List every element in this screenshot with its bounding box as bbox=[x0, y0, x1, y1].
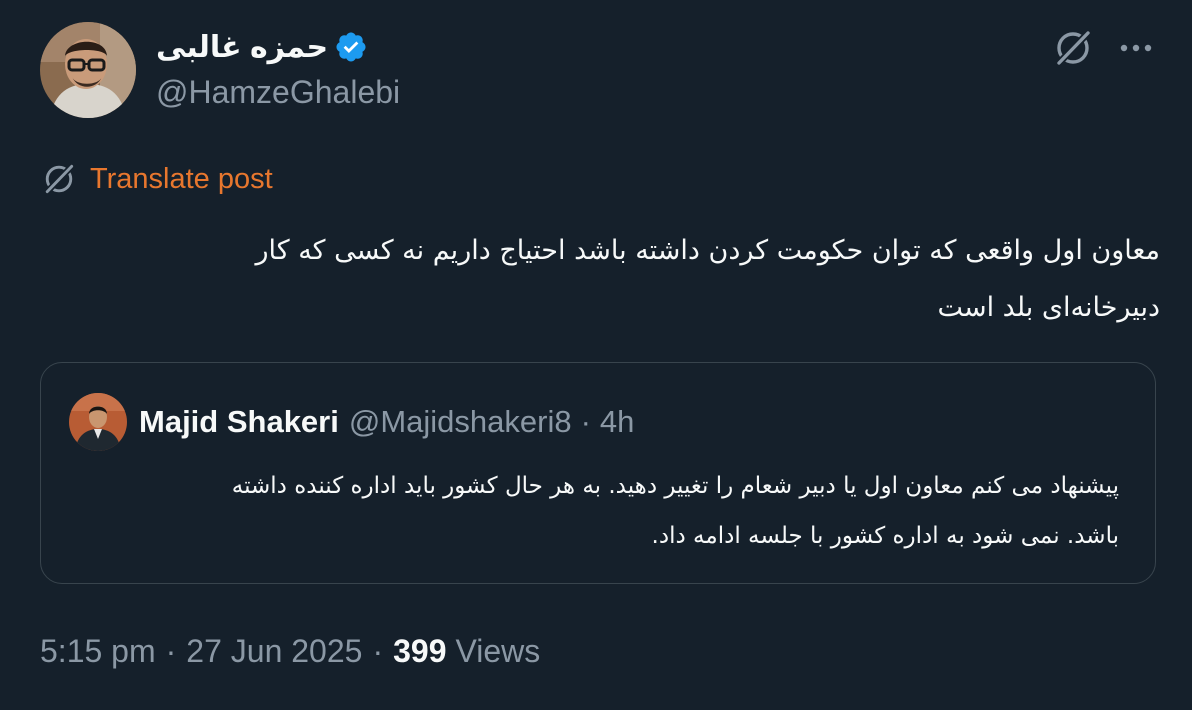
quoted-text-line: پیشنهاد می کنم معاون اول یا دبیر شعام را… bbox=[231, 473, 1119, 499]
author-name-row[interactable]: حمزه غالبی bbox=[156, 27, 368, 67]
post-date[interactable]: 27 Jun 2025 bbox=[186, 633, 362, 670]
grok-icon[interactable] bbox=[1052, 27, 1094, 69]
post-text-line: معاون اول واقعی که توان حکومت کردن داشته… bbox=[255, 235, 1161, 266]
quoted-post-card[interactable]: Majid Shakeri @Majidshakeri8 · 4h پیشنها… bbox=[40, 362, 1156, 584]
verified-badge-icon bbox=[336, 32, 366, 62]
post: حمزه غالبی @HamzeGhalebi Translate post … bbox=[0, 0, 1192, 710]
post-text-line: دبیرخانه‌ای بلد است bbox=[937, 292, 1160, 323]
quoted-author-name[interactable]: Majid Shakeri bbox=[139, 404, 339, 440]
quoted-author-avatar[interactable] bbox=[69, 393, 127, 451]
quoted-post-text: پیشنهاد می کنم معاون اول یا دبیر شعام را… bbox=[79, 461, 1119, 561]
more-icon[interactable] bbox=[1118, 40, 1154, 56]
meta-separator: · bbox=[372, 632, 384, 669]
author-avatar-image bbox=[40, 22, 136, 118]
post-meta-row: 5:15 pm · 27 Jun 2025 · 399 Views bbox=[40, 626, 540, 676]
views-count[interactable]: 399 bbox=[393, 633, 446, 670]
quoted-post-header: Majid Shakeri @Majidshakeri8 · 4h bbox=[139, 401, 634, 443]
quoted-author-handle[interactable]: @Majidshakeri8 bbox=[349, 404, 572, 440]
translate-post-link[interactable]: Translate post bbox=[40, 158, 273, 200]
author-avatar[interactable] bbox=[40, 22, 136, 118]
author-handle[interactable]: @HamzeGhalebi bbox=[156, 74, 400, 111]
meta-separator: · bbox=[165, 632, 177, 669]
views-label[interactable]: Views bbox=[455, 633, 540, 670]
quoted-separator: · bbox=[580, 404, 591, 439]
quoted-text-line: باشد. نمی شود به اداره کشور با جلسه ادام… bbox=[651, 523, 1119, 549]
translate-icon bbox=[43, 162, 76, 196]
author-display-name[interactable]: حمزه غالبی bbox=[156, 30, 328, 65]
quoted-post-time[interactable]: 4h bbox=[600, 404, 634, 440]
post-text: معاون اول واقعی که توان حکومت کردن داشته… bbox=[40, 222, 1161, 336]
post-time[interactable]: 5:15 pm bbox=[40, 633, 156, 670]
quoted-author-avatar-image bbox=[69, 393, 127, 451]
translate-post-label[interactable]: Translate post bbox=[90, 163, 273, 196]
